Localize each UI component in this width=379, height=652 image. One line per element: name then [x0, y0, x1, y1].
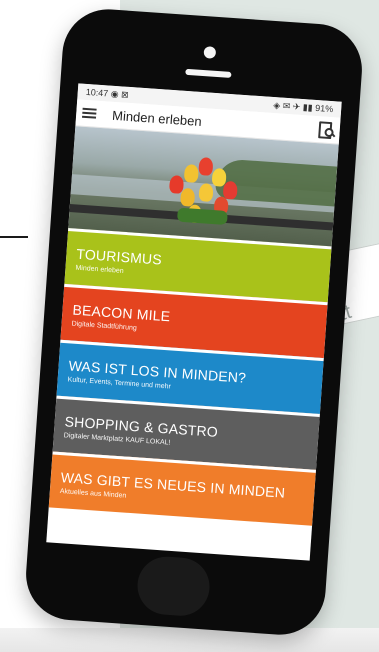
- hamburger-menu-icon[interactable]: [81, 107, 97, 119]
- status-indicators: ◉ ⊠: [110, 88, 130, 100]
- home-button[interactable]: [135, 554, 212, 618]
- status-right: ◈ ✉ ✈ ▮▮ 91%: [273, 99, 334, 114]
- app-screen: 10:47 ◉ ⊠ ◈ ✉ ✈ ▮▮ 91% Minden erleben TO…: [46, 83, 342, 561]
- smartphone-frame: 10:47 ◉ ⊠ ◈ ✉ ✈ ▮▮ 91% Minden erleben TO…: [23, 6, 365, 638]
- background-line: [0, 236, 28, 238]
- earpiece-speaker: [185, 68, 232, 78]
- status-time: 10:47: [85, 86, 109, 98]
- front-camera-icon: [203, 46, 217, 59]
- ground-shadow: [0, 628, 379, 652]
- tulip-bouquet: [156, 152, 251, 234]
- hero-image-tulips: [68, 126, 339, 247]
- document-search-icon[interactable]: [317, 121, 336, 140]
- status-time-group: 10:47 ◉ ⊠: [85, 86, 129, 100]
